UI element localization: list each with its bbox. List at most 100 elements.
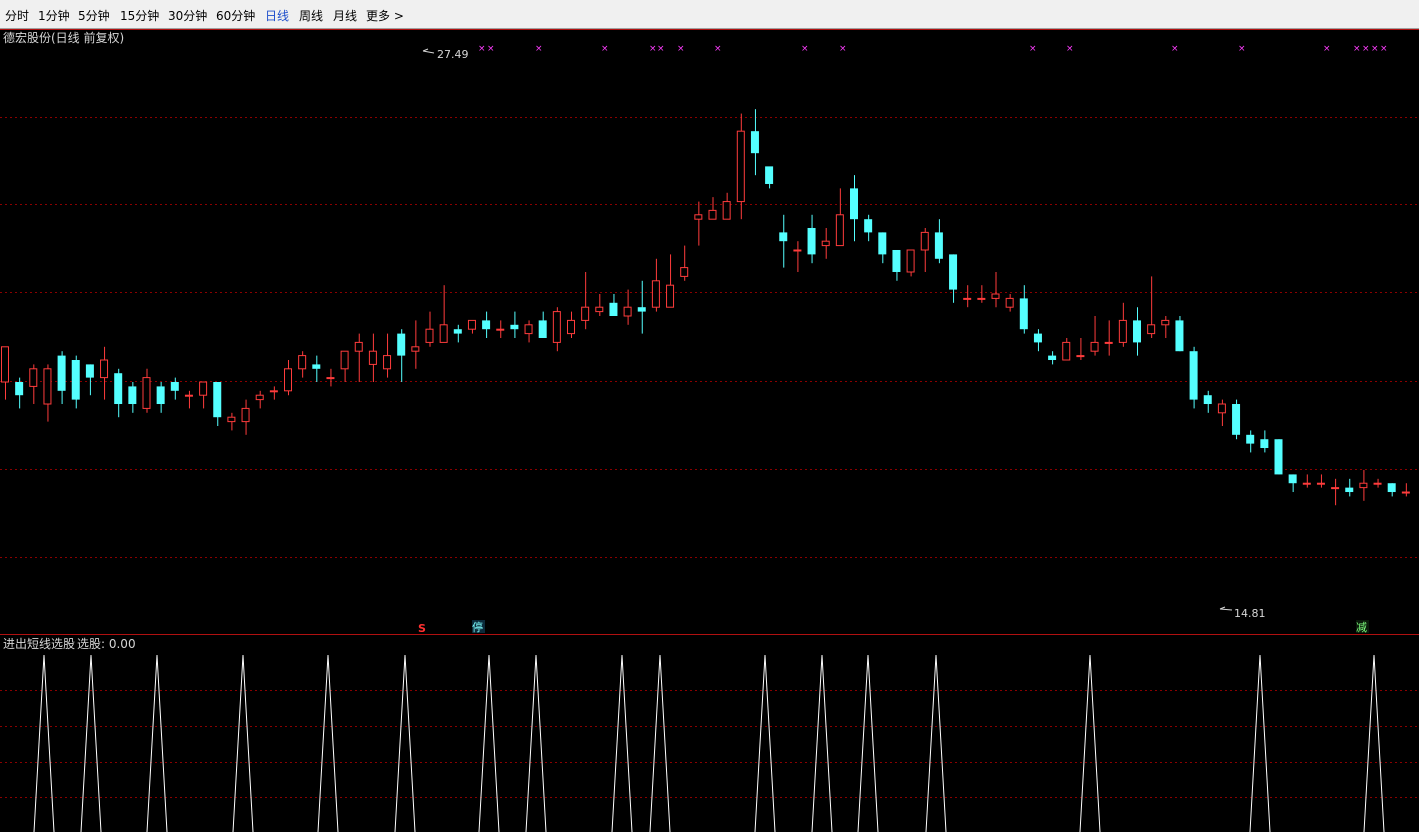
- candle: [1203, 390, 1212, 413]
- candle: [1175, 315, 1184, 352]
- candle: [609, 293, 618, 316]
- candle: [1147, 276, 1156, 339]
- tab-4[interactable]: 30分钟: [168, 7, 207, 24]
- cross-marker: ×: [677, 44, 685, 54]
- candle: [595, 293, 604, 316]
- candle: [510, 311, 519, 339]
- candle: [1118, 302, 1127, 347]
- indicator-series: [33, 654, 1385, 832]
- candle: [835, 188, 844, 247]
- candle: [1359, 470, 1368, 501]
- signal-spike: [525, 654, 547, 832]
- signal-cross-markers: × × × × × × × × × × × × × × × × × × ×: [478, 44, 1388, 54]
- candle: [1345, 478, 1354, 497]
- candle: [991, 271, 1000, 308]
- tab-9[interactable]: 更多 >: [366, 7, 404, 24]
- candle: [1104, 320, 1113, 356]
- cross-marker: ×: [601, 44, 609, 54]
- candle: [1033, 329, 1042, 352]
- candle: [1217, 399, 1226, 427]
- candle: [1274, 439, 1283, 475]
- tab-8[interactable]: 月线: [333, 7, 357, 24]
- candle: [57, 351, 66, 405]
- candle: [85, 364, 94, 396]
- tab-0[interactable]: 分时: [5, 7, 29, 24]
- candle: [1246, 430, 1255, 453]
- candle: [1401, 483, 1410, 497]
- candle: [142, 368, 151, 413]
- tab-6[interactable]: 日线: [265, 7, 289, 24]
- cross-marker: ×: [535, 44, 543, 54]
- candle: [114, 368, 123, 418]
- candle: [43, 364, 52, 422]
- sub-panel-title: 进出短线选股: [3, 637, 75, 651]
- candle: [779, 214, 788, 268]
- signal-spike: [317, 654, 339, 832]
- cross-marker: ×: [487, 44, 495, 54]
- cross-marker: ×: [1029, 44, 1037, 54]
- signal-markers: S 停 减: [418, 620, 1369, 635]
- cross-marker: ×: [1353, 44, 1361, 54]
- signal-spike: [232, 654, 254, 832]
- cross-marker: ×: [801, 44, 809, 54]
- candle: [722, 192, 731, 220]
- candle: [255, 390, 264, 409]
- candle: [864, 214, 873, 242]
- cross-marker: ×: [839, 44, 847, 54]
- candle: [949, 254, 958, 303]
- tab-7[interactable]: 周线: [299, 7, 323, 24]
- chart-area: 德宏股份(日线 前复权) × × × × × × × × × × × × × × × × × × × 27.49 1…: [0, 29, 1419, 832]
- cross-marker: ×: [1066, 44, 1074, 54]
- candle: [567, 311, 575, 339]
- tab-2[interactable]: 5分钟: [78, 7, 110, 24]
- tab-5[interactable]: 60分钟: [216, 7, 255, 24]
- candle: [453, 324, 462, 343]
- candle: [963, 285, 972, 308]
- signal-spike: [649, 654, 671, 832]
- candle: [765, 166, 774, 189]
- tab-1[interactable]: 1分钟: [38, 7, 70, 24]
- candlestick-series: [1, 109, 1410, 506]
- candle: [1, 346, 9, 400]
- candle: [538, 311, 547, 339]
- candle: [100, 346, 109, 400]
- candle: [1189, 346, 1198, 409]
- candle: [213, 382, 222, 427]
- candle: [312, 355, 321, 383]
- candle: [1232, 399, 1241, 440]
- candle: [383, 333, 392, 378]
- candle: [1331, 478, 1340, 506]
- candle: [878, 232, 887, 264]
- candle: [71, 355, 80, 409]
- candle: [1288, 474, 1297, 493]
- grid-lines: [0, 29, 1419, 798]
- high-price-annotation: 27.49: [422, 48, 469, 61]
- signal-spike: [925, 654, 947, 832]
- candle: [170, 377, 179, 400]
- cross-marker: ×: [649, 44, 657, 54]
- signal-spike: [33, 654, 55, 832]
- candle: [241, 399, 250, 435]
- signal-spike: [1249, 654, 1271, 832]
- cross-marker: ×: [1238, 44, 1246, 54]
- candle: [977, 285, 986, 303]
- reduce-marker: 减: [1356, 621, 1367, 634]
- cross-marker: ×: [1371, 44, 1379, 54]
- sub-panel-value: 选股: 0.00: [77, 637, 136, 651]
- candle: [807, 214, 816, 264]
- candle: [1005, 293, 1014, 312]
- signal-spike: [811, 654, 833, 832]
- candle: [637, 280, 646, 334]
- candle: [524, 320, 533, 343]
- candle: [326, 368, 335, 387]
- low-price-annotation: 14.81: [1219, 606, 1266, 620]
- candle: [467, 319, 476, 334]
- cross-marker: ×: [1380, 44, 1388, 54]
- candle: [397, 329, 406, 383]
- signal-spike: [146, 654, 168, 832]
- candle: [439, 285, 448, 343]
- candle: [284, 360, 292, 396]
- signal-spike: [611, 654, 633, 832]
- candle: [29, 364, 38, 405]
- tab-3[interactable]: 15分钟: [120, 7, 159, 24]
